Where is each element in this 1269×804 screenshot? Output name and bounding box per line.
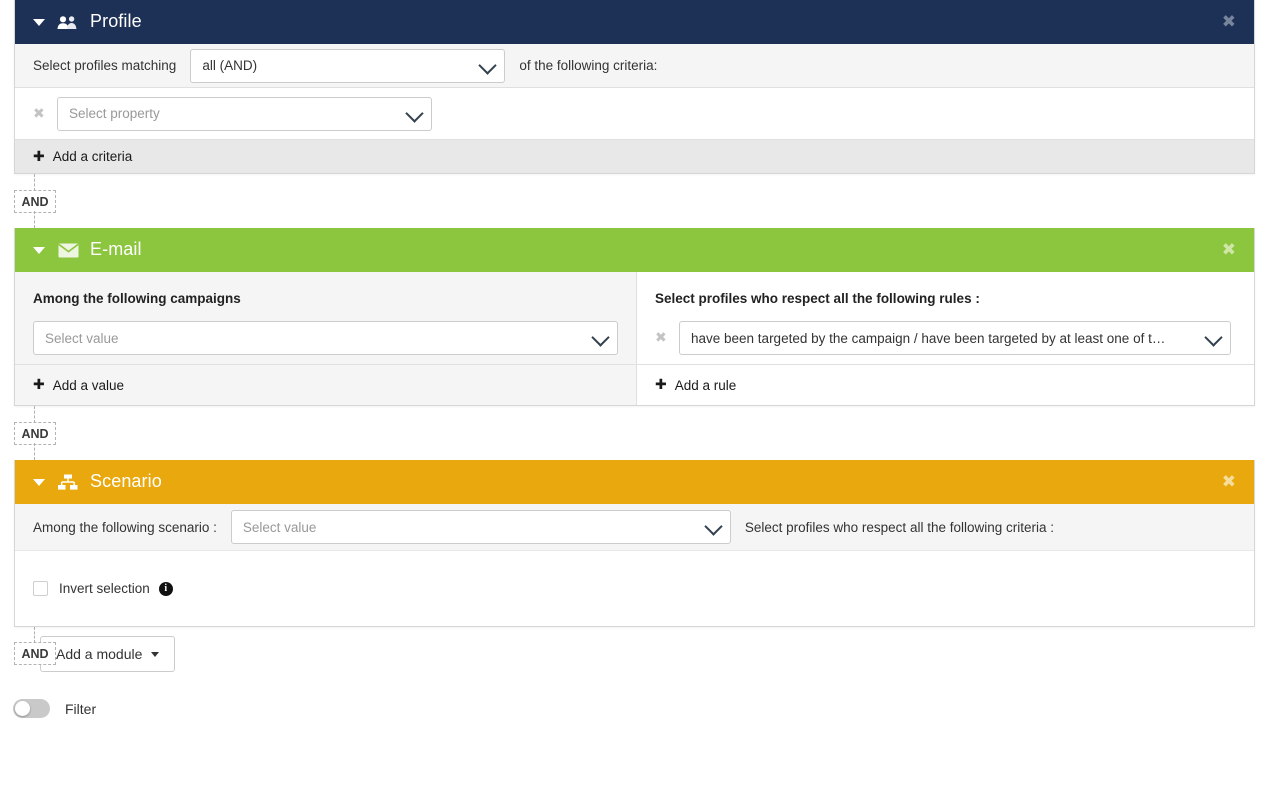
scenario-select-row: Among the following scenario : Select va… bbox=[15, 504, 1254, 551]
scenario-select-value: Select value bbox=[242, 519, 317, 535]
connector-line-bottom bbox=[34, 211, 35, 228]
chevron-down-icon bbox=[591, 328, 610, 347]
email-campaign-value-row: Select value bbox=[15, 312, 636, 365]
connector-line-top bbox=[34, 627, 35, 643]
close-icon[interactable]: ✖ bbox=[1218, 240, 1240, 261]
module-email-header[interactable]: E-mail ✖ bbox=[15, 228, 1254, 272]
connector-line-top bbox=[34, 174, 35, 191]
connector-line-top bbox=[34, 406, 35, 423]
filter-toggle-area: Filter bbox=[13, 699, 1269, 718]
plus-icon: ✚ bbox=[33, 377, 45, 393]
info-icon[interactable]: i bbox=[158, 581, 173, 596]
profile-property-select-value: Select property bbox=[69, 106, 160, 121]
close-icon[interactable]: ✖ bbox=[1218, 12, 1240, 33]
chevron-down-icon bbox=[704, 517, 723, 536]
chevron-down-icon bbox=[151, 651, 160, 657]
scenario-prefix-label: Among the following scenario : bbox=[33, 519, 217, 535]
email-campaign-select[interactable]: Select value bbox=[33, 321, 618, 355]
email-campaigns-heading: Among the following campaigns bbox=[15, 272, 636, 312]
module-scenario: Scenario ✖ Among the following scenario … bbox=[14, 460, 1255, 627]
email-rule-select[interactable]: have been targeted by the campaign / hav… bbox=[679, 321, 1231, 355]
email-campaign-select-value: Select value bbox=[45, 330, 119, 346]
and-badge[interactable]: AND bbox=[14, 642, 56, 665]
profile-match-select[interactable]: all (AND) bbox=[190, 48, 506, 83]
profile-match-row: Select profiles matching all (AND) of th… bbox=[15, 44, 1254, 88]
scenario-invert-row: Invert selection i bbox=[15, 551, 1254, 626]
envelope-icon bbox=[57, 240, 79, 260]
add-module-button[interactable]: Add a module bbox=[40, 636, 176, 672]
and-badge[interactable]: AND bbox=[14, 422, 56, 445]
connector-email-scenario: AND bbox=[14, 406, 74, 460]
collapse-caret-icon[interactable] bbox=[33, 478, 45, 486]
email-campaigns-column: Among the following campaigns Select val… bbox=[15, 272, 637, 405]
sitemap-icon bbox=[57, 472, 79, 492]
collapse-caret-icon[interactable] bbox=[33, 246, 45, 254]
profile-match-suffix-label: of the following criteria: bbox=[519, 58, 658, 73]
module-scenario-header[interactable]: Scenario ✖ bbox=[15, 460, 1254, 504]
filter-toggle[interactable] bbox=[13, 699, 50, 718]
scenario-select[interactable]: Select value bbox=[230, 510, 731, 544]
connector-line-bottom bbox=[34, 443, 35, 460]
add-value-button[interactable]: ✚ Add a value bbox=[33, 378, 124, 393]
module-profile: Profile ✖ Select profiles matching all (… bbox=[14, 0, 1255, 174]
email-rules-heading: Select profiles who respect all the foll… bbox=[637, 272, 1254, 312]
query-builder-canvas: Profile ✖ Select profiles matching all (… bbox=[0, 0, 1269, 804]
profile-property-select[interactable]: Select property bbox=[57, 96, 432, 131]
filter-label: Filter bbox=[65, 700, 97, 717]
scenario-suffix-label: Select profiles who respect all the foll… bbox=[744, 519, 1055, 535]
email-add-value-row[interactable]: ✚ Add a value bbox=[15, 365, 636, 405]
chevron-down-icon bbox=[405, 103, 424, 123]
profile-add-criteria-row[interactable]: ✚ Add a criteria bbox=[15, 140, 1254, 173]
remove-rule-icon[interactable]: ✖ bbox=[655, 330, 673, 346]
email-add-rule-row[interactable]: ✚ Add a rule bbox=[637, 365, 1254, 405]
module-profile-header[interactable]: Profile ✖ bbox=[15, 0, 1254, 44]
chevron-down-icon bbox=[1204, 328, 1223, 347]
close-icon[interactable]: ✖ bbox=[1218, 472, 1240, 493]
add-criteria-label: Add a criteria bbox=[52, 149, 133, 164]
module-email: E-mail ✖ Among the following campaigns S… bbox=[14, 228, 1255, 406]
profile-criteria-row: ✖ Select property bbox=[15, 88, 1254, 140]
filter-toggle-knob bbox=[15, 701, 30, 716]
and-badge[interactable]: AND bbox=[14, 190, 56, 213]
module-scenario-title: Scenario bbox=[90, 471, 162, 491]
email-rules-column: Select profiles who respect all the foll… bbox=[637, 272, 1254, 405]
add-rule-button[interactable]: ✚ Add a rule bbox=[655, 378, 736, 393]
add-module-toolbar: AND Add a module bbox=[14, 627, 1269, 681]
connector-profile-email: AND bbox=[14, 174, 74, 228]
invert-selection-checkbox[interactable] bbox=[33, 581, 48, 596]
plus-icon: ✚ bbox=[33, 148, 45, 165]
module-email-title: E-mail bbox=[90, 239, 142, 259]
profile-match-select-value: all (AND) bbox=[202, 58, 258, 73]
collapse-caret-icon[interactable] bbox=[33, 18, 45, 26]
profile-match-prefix-label: Select profiles matching bbox=[33, 58, 177, 73]
plus-icon: ✚ bbox=[655, 377, 667, 393]
chevron-down-icon bbox=[478, 55, 498, 75]
add-module-label: Add a module bbox=[56, 646, 143, 662]
email-rule-row: ✖ have been targeted by the campaign / h… bbox=[637, 312, 1254, 365]
invert-selection-label: Invert selection bbox=[59, 581, 150, 596]
email-body: Among the following campaigns Select val… bbox=[15, 272, 1254, 405]
add-value-label: Add a value bbox=[52, 377, 125, 393]
module-profile-title: Profile bbox=[90, 11, 142, 31]
remove-criteria-icon[interactable]: ✖ bbox=[33, 106, 51, 122]
add-criteria-button[interactable]: ✚ Add a criteria bbox=[33, 149, 132, 164]
add-rule-label: Add a rule bbox=[674, 377, 737, 393]
email-rule-select-value: have been targeted by the campaign / hav… bbox=[691, 330, 1166, 346]
users-group-icon bbox=[57, 12, 79, 32]
